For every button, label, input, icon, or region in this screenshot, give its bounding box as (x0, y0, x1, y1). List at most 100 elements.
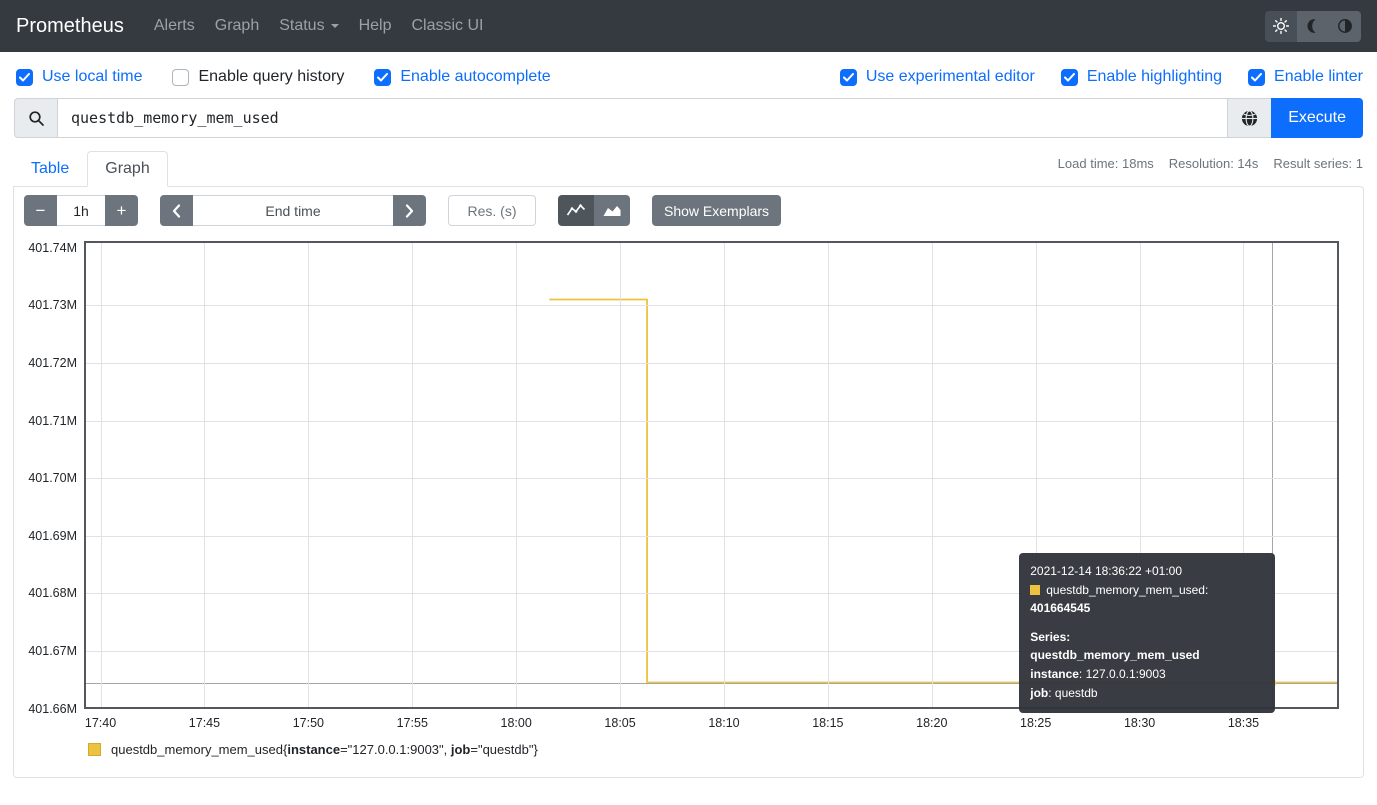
tab-table[interactable]: Table (13, 151, 87, 187)
nav-item-status[interactable]: Status (269, 9, 348, 43)
settings-row: Use local time Enable query history Enable… (0, 52, 1377, 98)
gridline (620, 243, 621, 707)
x-axis-tick-label: 17:45 (189, 716, 220, 730)
nav-item-classic-ui[interactable]: Classic UI (401, 9, 493, 43)
caret-down-icon (331, 24, 339, 28)
y-axis-tick-label: 401.74M (28, 241, 77, 255)
checkbox-checked-icon (374, 69, 391, 86)
tooltip-value: 401664545 (1030, 601, 1090, 615)
nav-item-graph[interactable]: Graph (205, 9, 269, 43)
execute-button[interactable]: Execute (1271, 98, 1363, 138)
time-forward-button[interactable] (393, 195, 426, 226)
light-theme-button[interactable] (1265, 11, 1297, 42)
decrease-range-button[interactable]: − (24, 195, 57, 226)
checkbox-label: Enable linter (1274, 68, 1363, 86)
gridline (86, 536, 1337, 537)
graph-canvas[interactable]: 2021-12-14 18:36:22 +01:00 questdb_memor… (84, 241, 1339, 709)
checkbox-use-experimental-editor[interactable]: Use experimental editor (840, 68, 1035, 86)
checkbox-unchecked (172, 69, 189, 86)
range-stepper: − + (24, 195, 138, 226)
stacked-chart-button[interactable] (594, 195, 630, 226)
query-bar: Execute (14, 98, 1363, 138)
checkbox-label: Use experimental editor (866, 68, 1035, 86)
y-axis-tick-label: 401.73M (28, 298, 77, 312)
gridline (308, 243, 309, 707)
navbar: Prometheus AlertsGraphStatusHelpClassic … (0, 0, 1377, 52)
gridline (101, 243, 102, 707)
checkbox-label: Enable query history (198, 68, 344, 86)
x-axis-tick-label: 18:05 (604, 716, 635, 730)
y-axis-tick-label: 401.71M (28, 414, 77, 428)
checkbox-checked-icon (840, 69, 857, 86)
show-exemplars-button[interactable]: Show Exemplars (652, 195, 781, 226)
dark-theme-button[interactable] (1297, 11, 1329, 42)
auto-theme-button[interactable] (1329, 11, 1361, 42)
stat-item: Result series: 1 (1273, 156, 1363, 171)
y-axis-tick-label: 401.72M (28, 356, 77, 370)
tooltip-series-swatch (1030, 585, 1040, 595)
query-input[interactable] (57, 98, 1228, 138)
search-addon (14, 98, 57, 138)
end-time-stepper (160, 195, 426, 226)
checkbox-label: Enable autocomplete (400, 68, 550, 86)
checkbox-enable-query-history[interactable]: Enable query history (172, 68, 344, 86)
tab-graph[interactable]: Graph (87, 151, 167, 187)
gridline (932, 243, 933, 707)
checkbox-enable-linter[interactable]: Enable linter (1248, 68, 1363, 86)
gridline (204, 243, 205, 707)
gridline (86, 478, 1337, 479)
area-chart-icon (602, 203, 622, 218)
tooltip-series-heading: Series: (1030, 630, 1070, 644)
brand-prometheus[interactable]: Prometheus (16, 15, 124, 38)
checkbox-label: Use local time (42, 68, 142, 86)
chevron-left-icon (172, 204, 181, 218)
graph-panel: − + (13, 186, 1364, 778)
nav-item-alerts[interactable]: Alerts (144, 9, 205, 43)
x-axis-tick-label: 18:15 (812, 716, 843, 730)
graph-controls: − + (24, 195, 1353, 226)
range-input[interactable] (57, 195, 105, 226)
gridline (86, 305, 1337, 306)
y-axis-tick-label: 401.68M (28, 586, 77, 600)
theme-toggle-group (1265, 11, 1361, 42)
end-time-input[interactable] (193, 195, 393, 226)
legend-item[interactable]: questdb_memory_mem_used{instance="127.0.… (88, 742, 1353, 757)
query-stats: Load time: 18msResolution: 14sResult ser… (1043, 156, 1363, 171)
checkbox-checked-icon (1061, 69, 1078, 86)
legend-label: questdb_memory_mem_used{instance="127.0.… (111, 742, 538, 757)
resolution-input[interactable] (448, 195, 536, 226)
tooltip-date: 2021-12-14 18:36:22 +01:00 (1030, 562, 1264, 581)
moon-icon (1304, 17, 1322, 35)
checkbox-checked-icon (16, 69, 33, 86)
line-chart-icon (566, 203, 586, 218)
nav-item-help[interactable]: Help (349, 9, 402, 43)
y-axis-tick-label: 401.66M (28, 702, 77, 716)
nav-links: AlertsGraphStatusHelpClassic UI (144, 9, 494, 43)
gridline (516, 243, 517, 707)
checkbox-enable-highlighting[interactable]: Enable highlighting (1061, 68, 1222, 86)
stat-item: Load time: 18ms (1058, 156, 1154, 171)
checkbox-use-local-time[interactable]: Use local time (16, 68, 142, 86)
line-chart-button[interactable] (558, 195, 594, 226)
x-axis-tick-label: 18:10 (708, 716, 739, 730)
tooltip-label-job: job: questdb (1030, 684, 1264, 703)
checkbox-enable-autocomplete[interactable]: Enable autocomplete (374, 68, 550, 86)
y-axis-tick-label: 401.70M (28, 471, 77, 485)
x-axis-tick-label: 18:00 (501, 716, 532, 730)
gridline (828, 243, 829, 707)
tabs: TableGraph (13, 151, 168, 186)
chart-type-toggle (558, 195, 630, 226)
tooltip-series-name: questdb_memory_mem_used (1030, 648, 1199, 662)
checkbox-label: Enable highlighting (1087, 68, 1222, 86)
sun-icon (1272, 17, 1290, 35)
x-axis-tick-label: 17:55 (397, 716, 428, 730)
chevron-right-icon (405, 204, 414, 218)
graph-tooltip: 2021-12-14 18:36:22 +01:00 questdb_memor… (1019, 553, 1275, 713)
time-back-button[interactable] (160, 195, 193, 226)
globe-icon (1240, 109, 1259, 128)
increase-range-button[interactable]: + (105, 195, 138, 226)
y-axis-tick-label: 401.67M (28, 644, 77, 658)
metrics-explorer-button[interactable] (1228, 98, 1271, 138)
checkbox-checked-icon (1248, 69, 1265, 86)
search-icon (28, 110, 45, 127)
